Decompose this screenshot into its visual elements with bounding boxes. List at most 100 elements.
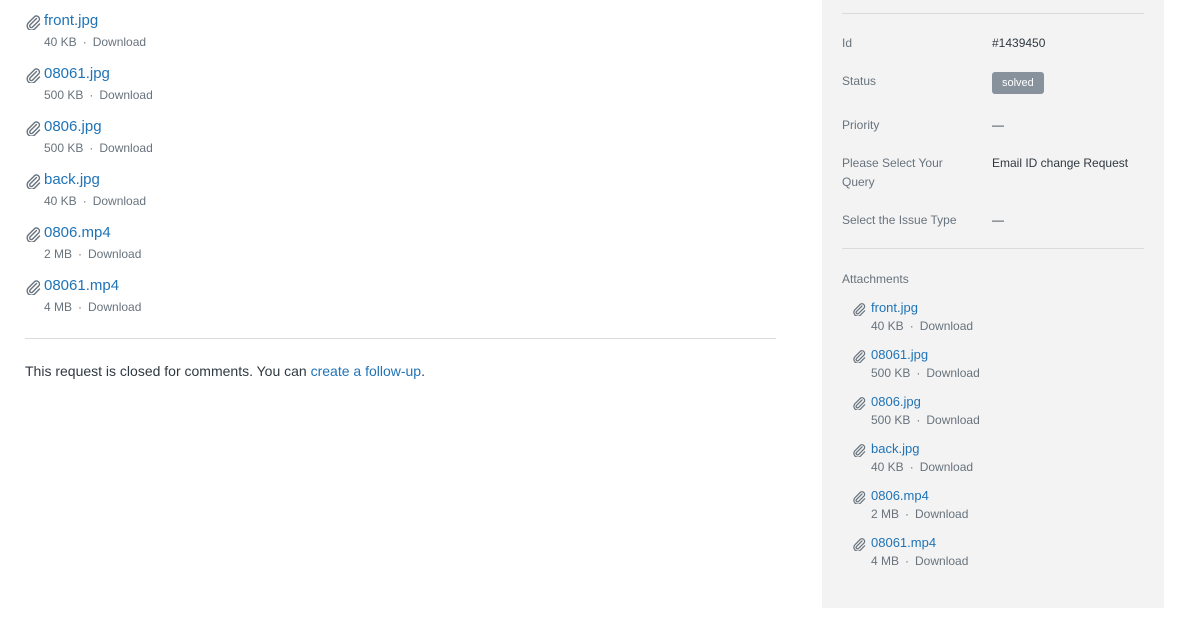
file-size: 40 KB	[871, 319, 904, 333]
attachment-meta: 2 MB · Download	[44, 245, 776, 263]
paperclip-icon	[26, 68, 41, 83]
paperclip-icon	[26, 280, 41, 295]
attachment-item: 0806.jpg 500 KB · Download	[25, 116, 776, 169]
paperclip-icon	[853, 303, 866, 316]
paperclip-icon	[853, 538, 866, 551]
priority-value: —	[992, 118, 1004, 132]
download-link[interactable]: Download	[926, 413, 979, 427]
download-link[interactable]: Download	[99, 141, 152, 155]
separator: ·	[905, 507, 910, 521]
attachment-link[interactable]: 0806.jpg	[44, 116, 776, 138]
attachment-link[interactable]: 08061.mp4	[871, 533, 980, 552]
attachment-meta: 500 KB · Download	[44, 86, 776, 104]
attachment-link[interactable]: front.jpg	[871, 298, 980, 317]
download-link[interactable]: Download	[93, 35, 146, 49]
sidebar-attachment-item: 08061.mp4 4 MB · Download	[852, 533, 980, 580]
paperclip-icon	[853, 397, 866, 410]
file-size: 500 KB	[44, 88, 84, 102]
content-divider	[25, 338, 776, 339]
file-size: 2 MB	[44, 247, 73, 261]
download-link[interactable]: Download	[93, 194, 146, 208]
status-badge: solved	[992, 72, 1044, 94]
sidebar-attachment-item: 0806.mp4 2 MB · Download	[852, 486, 980, 533]
sidebar-attachment-item: front.jpg 40 KB · Download	[852, 298, 980, 345]
separator: ·	[82, 194, 87, 208]
create-follow-up-link[interactable]: create a follow-up	[311, 363, 422, 379]
attachment-meta: 40 KB · Download	[871, 317, 980, 335]
attachment-link[interactable]: 0806.jpg	[871, 392, 980, 411]
separator: ·	[909, 319, 914, 333]
attachment-link[interactable]: front.jpg	[44, 10, 776, 32]
attachment-link[interactable]: 08061.jpg	[871, 345, 980, 364]
separator: ·	[78, 300, 83, 314]
paperclip-icon	[26, 174, 41, 189]
download-link[interactable]: Download	[88, 300, 141, 314]
paperclip-icon	[853, 444, 866, 457]
file-size: 500 KB	[44, 141, 84, 155]
paperclip-icon	[26, 121, 41, 136]
file-size: 40 KB	[871, 460, 904, 474]
attachment-item: front.jpg 40 KB · Download	[25, 10, 776, 63]
separator: ·	[916, 366, 921, 380]
status-label: Status	[842, 74, 877, 88]
request-details-sidebar: Id #1439450 Status solved Priority — Ple…	[822, 0, 1164, 608]
status-value-wrap: solved	[992, 72, 1044, 94]
closed-text-end: .	[421, 363, 425, 379]
issue-type-value: —	[992, 213, 1004, 227]
attachment-meta: 500 KB · Download	[871, 411, 980, 429]
file-size: 2 MB	[871, 507, 900, 521]
attachment-meta: 40 KB · Download	[871, 458, 980, 476]
file-size: 4 MB	[44, 300, 73, 314]
sidebar-divider	[842, 248, 1144, 249]
download-link[interactable]: Download	[99, 88, 152, 102]
download-link[interactable]: Download	[915, 554, 968, 568]
attachment-link[interactable]: back.jpg	[44, 169, 776, 191]
attachment-meta: 40 KB · Download	[44, 192, 776, 210]
download-link[interactable]: Download	[915, 507, 968, 521]
file-size: 4 MB	[871, 554, 900, 568]
priority-label: Priority	[842, 118, 880, 132]
issue-type-label: Select the Issue Type	[842, 213, 957, 227]
attachment-link[interactable]: 0806.mp4	[871, 486, 980, 505]
attachment-meta: 40 KB · Download	[44, 33, 776, 51]
download-link[interactable]: Download	[920, 460, 973, 474]
separator: ·	[909, 460, 914, 474]
separator: ·	[89, 141, 94, 155]
closed-text: This request is closed for comments. You…	[25, 363, 311, 379]
download-link[interactable]: Download	[88, 247, 141, 261]
file-size: 500 KB	[871, 366, 911, 380]
file-size: 40 KB	[44, 194, 77, 208]
download-link[interactable]: Download	[920, 319, 973, 333]
file-size: 40 KB	[44, 35, 77, 49]
attachment-item: 0806.mp4 2 MB · Download	[25, 222, 776, 275]
sidebar-attachment-item: back.jpg 40 KB · Download	[852, 439, 980, 486]
paperclip-icon	[26, 15, 41, 30]
separator: ·	[82, 35, 87, 49]
attachment-meta: 500 KB · Download	[871, 364, 980, 382]
attachment-meta: 4 MB · Download	[44, 298, 776, 316]
attachment-meta: 500 KB · Download	[44, 139, 776, 157]
attachment-link[interactable]: back.jpg	[871, 439, 980, 458]
sidebar-attachment-item: 08061.jpg 500 KB · Download	[852, 345, 980, 392]
attachments-heading: Attachments	[842, 272, 909, 286]
paperclip-icon	[853, 491, 866, 504]
attachment-link[interactable]: 0806.mp4	[44, 222, 776, 244]
sidebar-attachment-list: front.jpg 40 KB · Download 08061.jpg 500 K…	[852, 298, 980, 580]
attachment-link[interactable]: 08061.jpg	[44, 63, 776, 85]
query-value: Email ID change Request	[992, 156, 1129, 170]
paperclip-icon	[26, 227, 41, 242]
attachment-meta: 2 MB · Download	[871, 505, 980, 523]
attachment-list: front.jpg 40 KB · Download 08061.jpg 500 K…	[25, 10, 776, 328]
id-label: Id	[842, 36, 853, 50]
main-content: front.jpg 40 KB · Download 08061.jpg 500 K…	[25, 0, 776, 379]
closed-comments-notice: This request is closed for comments. You…	[25, 361, 425, 381]
file-size: 500 KB	[871, 413, 911, 427]
sidebar-attachment-item: 0806.jpg 500 KB · Download	[852, 392, 980, 439]
download-link[interactable]: Download	[926, 366, 979, 380]
separator: ·	[905, 554, 910, 568]
query-label: Please Select Your Query	[842, 156, 943, 189]
sidebar-top-divider	[842, 13, 1144, 14]
attachment-link[interactable]: 08061.mp4	[44, 275, 776, 297]
separator: ·	[78, 247, 83, 261]
paperclip-icon	[853, 350, 866, 363]
